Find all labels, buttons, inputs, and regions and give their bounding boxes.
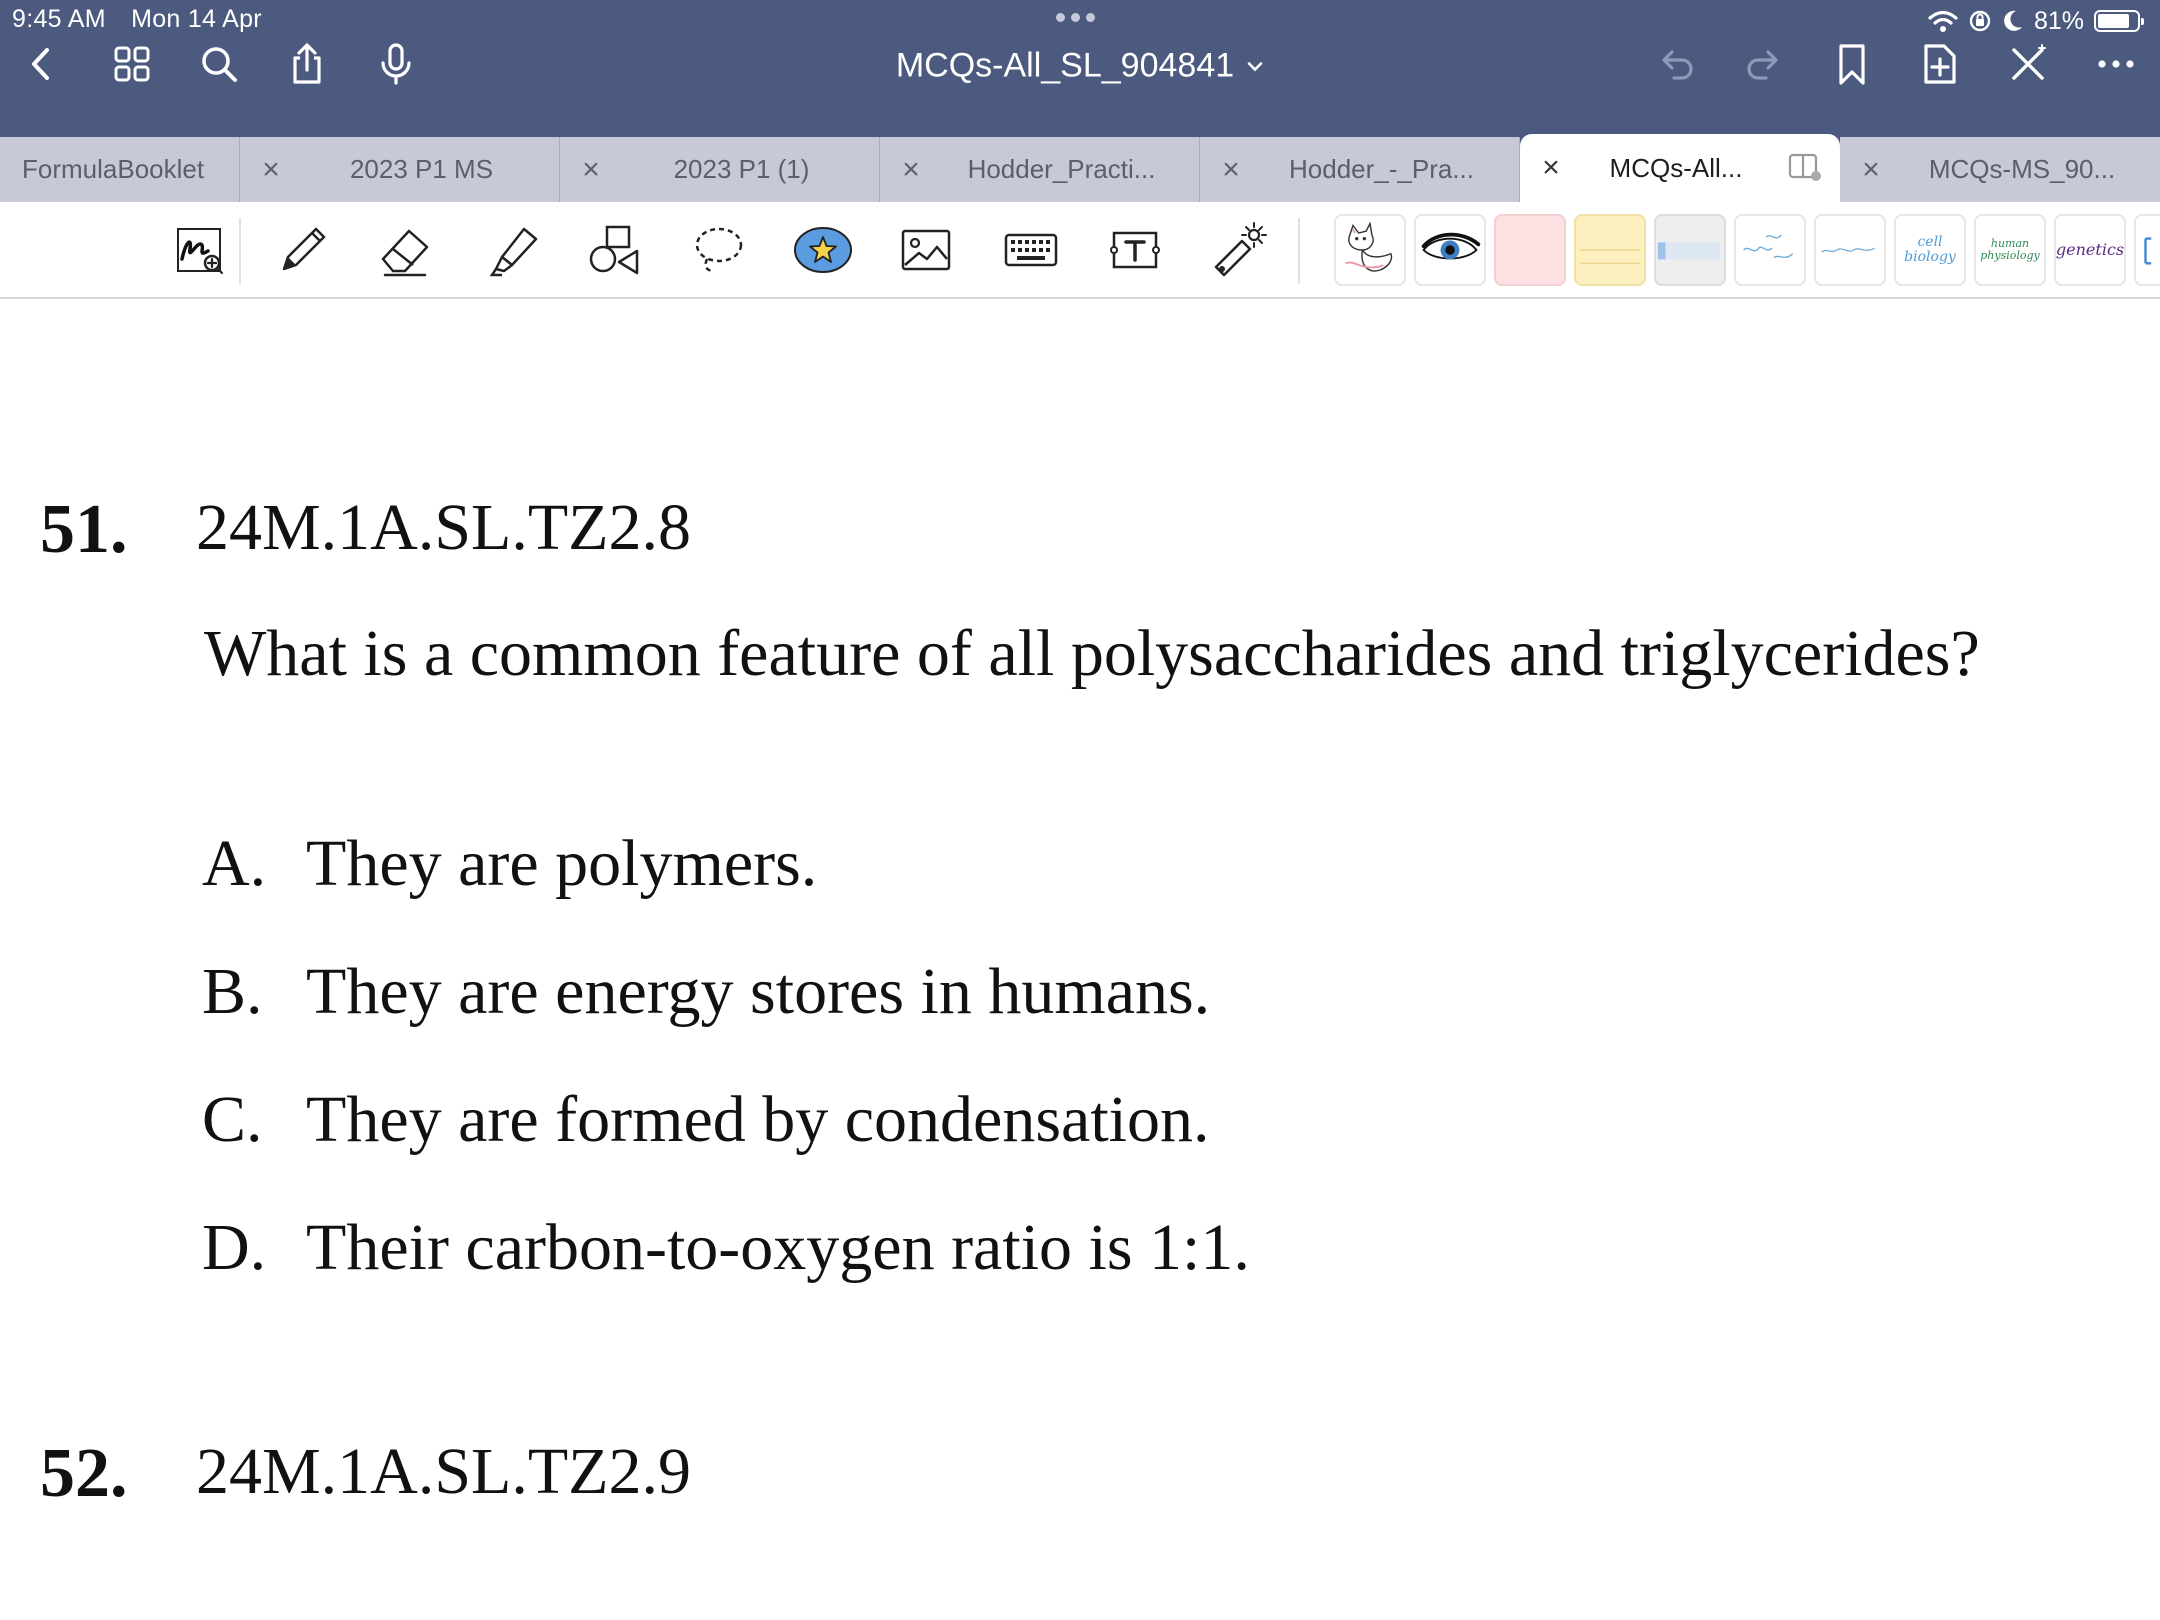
tab-bar: FormulaBooklet × 2023 P1 MS × 2023 P1 (1… <box>0 134 2160 202</box>
option-a: A. They are polymers. <box>202 826 817 902</box>
tab-close-icon[interactable]: × <box>1520 134 1582 202</box>
document-title: MCQs-All_SL_904841 <box>895 46 1235 85</box>
status-bar-left: 9:45 AM Mon 14 Apr <box>12 5 262 34</box>
question-number: 52. <box>40 1435 128 1512</box>
eraser-icon[interactable] <box>373 217 439 283</box>
microphone-icon[interactable] <box>372 40 420 88</box>
tab-hodder-pra[interactable]: × Hodder_-_Pra... <box>1200 137 1520 202</box>
sticker-grey-note[interactable] <box>1654 214 1726 286</box>
tab-label: 2023 P1 (1) <box>673 154 810 184</box>
sticker-scribble-icon[interactable] <box>1734 214 1806 286</box>
back-chevron-icon[interactable] <box>18 40 66 88</box>
sticker-genetics-text: genetics <box>2055 240 2125 260</box>
tab-hodder-practice[interactable]: × Hodder_Practi... <box>880 137 1200 202</box>
chevron-down-icon <box>1247 61 1263 71</box>
battery-fill <box>2098 14 2129 28</box>
lasso-icon[interactable] <box>685 217 751 283</box>
elements-star-icon[interactable] <box>790 217 856 283</box>
tab-close-icon[interactable]: × <box>1840 137 1902 202</box>
sticker-cell-biology[interactable]: cell biology <box>1894 214 1966 286</box>
shapes-icon[interactable] <box>583 217 649 283</box>
tab-2023-p1-ms[interactable]: × 2023 P1 MS <box>240 137 560 202</box>
image-icon[interactable] <box>893 217 959 283</box>
tab-label: Hodder_Practi... <box>967 154 1156 184</box>
close-x-icon[interactable] <box>2004 40 2052 88</box>
document-page[interactable]: 51. 24M.1A.SL.TZ2.8 What is a common fea… <box>0 300 2160 1620</box>
tab-label: MCQs-MS_90... <box>1928 154 2116 184</box>
sticker-genetics[interactable]: genetics <box>2054 214 2126 286</box>
question-text: What is a common feature of all polysacc… <box>204 617 1980 690</box>
status-bar-right: 81% <box>1928 4 2144 38</box>
tab-close-icon[interactable]: × <box>560 137 622 202</box>
sticker-eye-icon[interactable] <box>1414 214 1486 286</box>
text-box-icon[interactable] <box>1102 217 1168 283</box>
sticker-human-physiology[interactable]: human physiology <box>1974 214 2046 286</box>
share-icon[interactable] <box>283 40 331 88</box>
tab-label: FormulaBooklet <box>22 154 205 184</box>
question-code: 24M.1A.SL.TZ2.9 <box>196 1435 691 1508</box>
sticker-yellow-note[interactable] <box>1574 214 1646 286</box>
grid-icon[interactable] <box>108 40 156 88</box>
option-c: C. They are formed by condensation. <box>202 1082 1210 1158</box>
question-code: 24M.1A.SL.TZ2.8 <box>196 491 691 564</box>
option-letter: C. <box>202 1083 263 1156</box>
battery-icon <box>2094 10 2144 32</box>
sticker-partial[interactable] <box>2134 214 2160 286</box>
redo-icon[interactable] <box>1740 40 1788 88</box>
question-number: 51. <box>40 491 128 568</box>
tab-2023-p1-1[interactable]: × 2023 P1 (1) <box>560 137 880 202</box>
tab-mcqs-ms[interactable]: × MCQs-MS_90... <box>1840 137 2160 202</box>
wifi-icon <box>1928 10 1958 32</box>
option-letter: A. <box>202 827 267 900</box>
add-page-icon[interactable] <box>1916 40 1964 88</box>
highlighter-icon[interactable] <box>480 217 546 283</box>
handwriting-lasso-icon[interactable] <box>166 217 232 283</box>
sticker-cell-biology-text: cell biology <box>1904 233 1956 265</box>
orientation-lock-icon <box>1969 10 1991 32</box>
status-date: Mon 14 Apr <box>131 5 262 33</box>
option-text: They are formed by condensation. <box>306 1083 1210 1156</box>
annotation-toolbar: cell biology human physiology genetics <box>0 202 2160 299</box>
undo-icon[interactable] <box>1652 40 1700 88</box>
option-text: They are polymers. <box>306 827 818 900</box>
laser-pointer-icon[interactable] <box>1206 217 1272 283</box>
pen-icon[interactable] <box>270 217 336 283</box>
option-letter: B. <box>202 955 263 1028</box>
tab-label: 2023 P1 MS <box>349 154 494 184</box>
option-text: They are energy stores in humans. <box>306 955 1211 1028</box>
tab-label: Hodder_-_Pra... <box>1289 154 1474 184</box>
option-text: Their carbon-to-oxygen ratio is 1:1. <box>306 1211 1250 1284</box>
multitasking-dots-icon[interactable] <box>1056 13 1095 22</box>
tab-close-icon[interactable]: × <box>240 137 302 202</box>
tab-close-icon[interactable]: × <box>880 137 942 202</box>
tab-close-icon[interactable]: × <box>1200 137 1262 202</box>
bookmark-icon[interactable] <box>1828 40 1876 88</box>
tab-formula-booklet[interactable]: FormulaBooklet <box>0 137 240 202</box>
sticker-cat-icon[interactable] <box>1334 214 1406 286</box>
sticker-human-physiology-text: human physiology <box>1980 236 2040 262</box>
battery-percent: 81% <box>2033 6 2084 35</box>
document-title-button[interactable]: MCQs-All_SL_904841 <box>896 47 1264 86</box>
sticker-pink-note[interactable] <box>1494 214 1566 286</box>
option-d: D. Their carbon-to-oxygen ratio is 1:1. <box>202 1210 1250 1286</box>
tab-mcqs-all[interactable]: × MCQs-All... <box>1520 134 1840 202</box>
keyboard-icon[interactable] <box>998 217 1064 283</box>
sticker-formula-icon[interactable] <box>1814 214 1886 286</box>
split-view-icon[interactable] <box>1788 152 1822 182</box>
tab-label: MCQs-All... <box>1609 152 1743 183</box>
search-icon[interactable] <box>195 40 243 88</box>
top-bar: 9:45 AM Mon 14 Apr 81% MCQs-All_SL_90484… <box>0 0 2160 142</box>
more-icon[interactable] <box>2092 40 2140 88</box>
option-letter: D. <box>202 1211 267 1284</box>
option-b: B. They are energy stores in humans. <box>202 954 1210 1030</box>
focus-moon-icon <box>2004 10 2022 31</box>
status-time: 9:45 AM <box>12 5 106 33</box>
